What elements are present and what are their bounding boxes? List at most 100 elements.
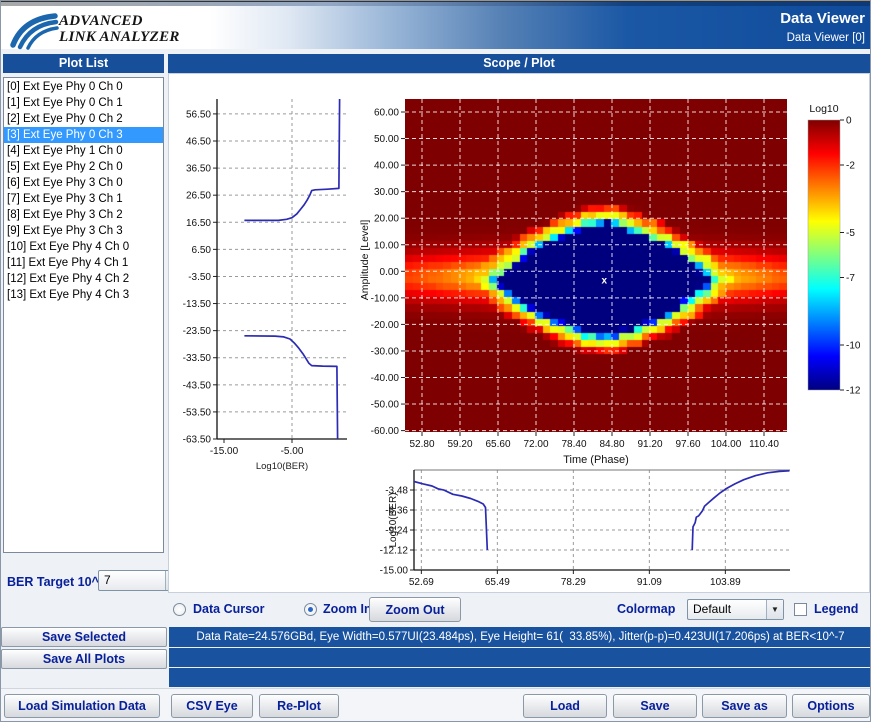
svg-text:20.00: 20.00 (374, 214, 399, 225)
svg-text:16.50: 16.50 (186, 218, 211, 229)
svg-text:30.00: 30.00 (374, 187, 399, 198)
svg-text:-50.00: -50.00 (371, 400, 400, 411)
legend-label: Legend (814, 602, 858, 616)
svg-text:-7: -7 (846, 273, 855, 284)
svg-text:36.50: 36.50 (186, 164, 211, 175)
save-button[interactable]: Save (613, 694, 697, 718)
svg-text:26.50: 26.50 (186, 191, 211, 202)
svg-text:-12: -12 (846, 386, 861, 397)
svg-text:-23.50: -23.50 (183, 326, 212, 337)
status-measurements: Data Rate=24.576GBd, Eye Width=0.577UI(2… (169, 627, 871, 647)
zoom-in-radio[interactable] (304, 603, 317, 616)
scope-plot-header: Scope / Plot (168, 54, 870, 73)
svg-text:Time (Phase): Time (Phase) (563, 454, 629, 466)
svg-text:-43.50: -43.50 (183, 380, 212, 391)
list-item[interactable]: [13] Ext Eye Phy 4 Ch 3 (4, 287, 163, 303)
save-selected-button[interactable]: Save Selected (1, 627, 167, 647)
list-item[interactable]: [3] Ext Eye Phy 0 Ch 3 (4, 127, 163, 143)
svg-text:Log10(BER): Log10(BER) (256, 461, 308, 472)
svg-text:Log10: Log10 (809, 103, 838, 115)
list-item[interactable]: [8] Ext Eye Phy 3 Ch 2 (4, 207, 163, 223)
list-item[interactable]: [11] Ext Eye Phy 4 Ch 1 (4, 255, 163, 271)
svg-text:-20.00: -20.00 (371, 320, 400, 331)
list-item[interactable]: [2] Ext Eye Phy 0 Ch 2 (4, 111, 163, 127)
zoom-out-button[interactable]: Zoom Out (369, 597, 461, 622)
plot-list[interactable]: [0] Ext Eye Phy 0 Ch 0[1] Ext Eye Phy 0 … (3, 77, 164, 553)
svg-text:-13.50: -13.50 (183, 299, 212, 310)
colormap-dropdown[interactable]: Default ▼ (687, 599, 784, 620)
svg-text:72.00: 72.00 (523, 439, 548, 450)
plot-list-header: Plot List (3, 54, 164, 73)
save-all-plots-button[interactable]: Save All Plots (1, 649, 167, 669)
svg-text:Log10(BER): Log10(BER) (388, 492, 399, 547)
svg-text:97.60: 97.60 (675, 439, 700, 450)
svg-text:110.40: 110.40 (749, 439, 779, 450)
svg-text:6.50: 6.50 (192, 245, 212, 256)
svg-text:78.40: 78.40 (561, 439, 586, 450)
svg-text:-40.00: -40.00 (371, 373, 400, 384)
svg-text:91.09: 91.09 (637, 577, 662, 588)
load-button[interactable]: Load (523, 694, 607, 718)
brand-name-line1: ADVANCED (59, 13, 180, 29)
svg-text:103.89: 103.89 (710, 577, 741, 588)
colormap-value: Default (688, 600, 766, 619)
svg-text:x: x (602, 275, 608, 286)
svg-text:52.69: 52.69 (409, 577, 434, 588)
list-item[interactable]: [6] Ext Eye Phy 3 Ch 0 (4, 175, 163, 191)
svg-text:78.29: 78.29 (561, 577, 586, 588)
list-item[interactable]: [10] Ext Eye Phy 4 Ch 0 (4, 239, 163, 255)
svg-text:84.80: 84.80 (599, 439, 624, 450)
data-cursor-radio[interactable] (173, 603, 186, 616)
svg-text:-15.00: -15.00 (380, 566, 409, 577)
svg-text:-10.00: -10.00 (371, 293, 400, 304)
svg-text:-3.50: -3.50 (188, 272, 211, 283)
list-item[interactable]: [5] Ext Eye Phy 2 Ch 0 (4, 159, 163, 175)
zoom-in-label: Zoom In (323, 602, 372, 616)
brand-name-line2: LINK ANALYZER (59, 29, 180, 45)
brand-wave-icon (9, 9, 59, 51)
options-button[interactable]: Options (792, 694, 870, 718)
list-item[interactable]: [9] Ext Eye Phy 3 Ch 3 (4, 223, 163, 239)
scope-plot-panel[interactable]: 56.50 46.50 36.50 26.50 16.50 6.50 -3.50 -13.50… (168, 73, 870, 593)
ber-target-label: BER Target 10^- (7, 575, 103, 589)
svg-text:50.00: 50.00 (374, 134, 399, 145)
svg-text:-33.50: -33.50 (183, 353, 212, 364)
list-item[interactable]: [12] Ext Eye Phy 4 Ch 2 (4, 271, 163, 287)
svg-text:-10: -10 (846, 341, 861, 352)
replot-button[interactable]: Re-Plot (259, 694, 339, 718)
save-as-button[interactable]: Save as (702, 694, 787, 718)
svg-text:-15.00: -15.00 (210, 446, 239, 457)
svg-text:65.60: 65.60 (485, 439, 510, 450)
svg-text:0: 0 (846, 116, 852, 127)
list-item[interactable]: [7] Ext Eye Phy 3 Ch 1 (4, 191, 163, 207)
svg-text:59.20: 59.20 (447, 439, 472, 450)
svg-text:-60.00: -60.00 (371, 426, 400, 437)
window-title: Data Viewer (780, 10, 865, 27)
status-bar: Data Rate=24.576GBd, Eye Width=0.577UI(2… (169, 627, 871, 647)
svg-text:Amplitude [Level]: Amplitude [Level] (359, 220, 371, 301)
load-simulation-data-button[interactable]: Load Simulation Data (4, 694, 160, 718)
svg-text:56.50: 56.50 (186, 109, 211, 120)
scope-plots-overlay: 56.50 46.50 36.50 26.50 16.50 6.50 -3.50 -13.50… (169, 74, 871, 592)
svg-text:-53.50: -53.50 (183, 407, 212, 418)
app-header: ADVANCED LINK ANALYZER Data Viewer Data … (1, 6, 871, 49)
svg-text:46.50: 46.50 (186, 136, 211, 147)
chevron-down-icon[interactable]: ▼ (766, 600, 783, 619)
status-bar-row3 (169, 668, 871, 687)
window-subtitle: Data Viewer [0] (787, 32, 865, 44)
legend-checkbox[interactable] (794, 603, 807, 616)
status-bar-row2 (169, 648, 871, 667)
svg-text:-5: -5 (846, 228, 855, 239)
list-item[interactable]: [1] Ext Eye Phy 0 Ch 1 (4, 95, 163, 111)
svg-text:-2: -2 (846, 161, 855, 172)
data-cursor-label: Data Cursor (193, 602, 265, 616)
svg-text:-63.50: -63.50 (183, 435, 212, 446)
list-item[interactable]: [0] Ext Eye Phy 0 Ch 0 (4, 79, 163, 95)
list-item[interactable]: [4] Ext Eye Phy 1 Ch 0 (4, 143, 163, 159)
svg-text:10.00: 10.00 (374, 240, 399, 251)
data-viewer-window: ADVANCED LINK ANALYZER Data Viewer Data … (0, 0, 871, 722)
colormap-label: Colormap (617, 602, 675, 616)
csv-eye-button[interactable]: CSV Eye (171, 694, 253, 718)
svg-text:-30.00: -30.00 (371, 346, 400, 357)
svg-text:91.20: 91.20 (637, 439, 662, 450)
